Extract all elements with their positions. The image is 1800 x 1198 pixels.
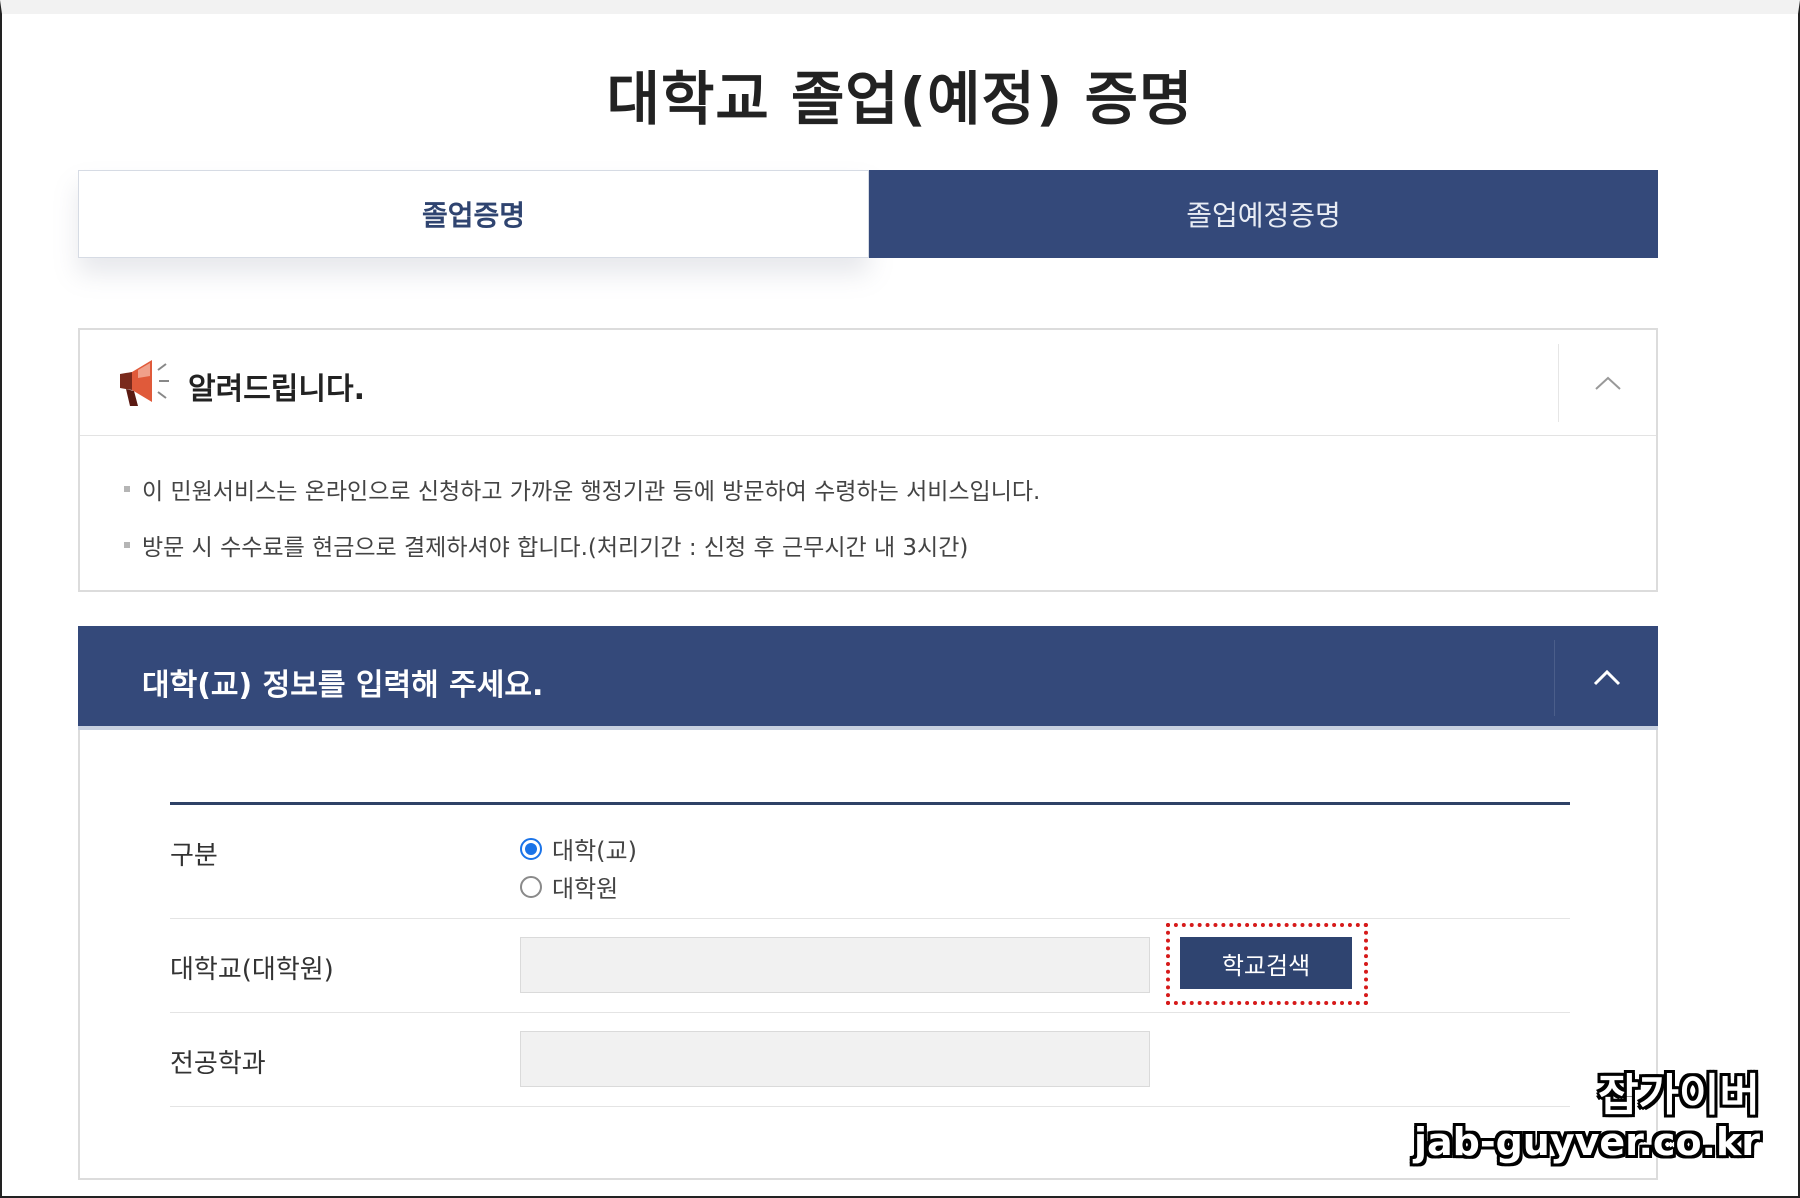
megaphone-icon xyxy=(120,360,169,406)
watermark-line1: 잡가이버 xyxy=(1598,1070,1760,1121)
bullet-icon xyxy=(124,542,130,548)
radio-checked-icon[interactable] xyxy=(520,837,542,860)
notice-line: 방문 시 수수료를 현금으로 결제하셔야 합니다.(처리기간 : 신청 후 근무… xyxy=(124,528,1656,562)
notice-header: 알려드립니다. xyxy=(80,330,1656,436)
radio-graduate-school-label: 대학원 xyxy=(552,875,619,903)
notice-title: 알려드립니다. xyxy=(188,372,365,407)
school-input[interactable] xyxy=(520,937,1150,993)
notice-line-text: 방문 시 수수료를 현금으로 결제하셔야 합니다.(처리기간 : 신청 후 근무… xyxy=(142,535,969,561)
form-table: 구분 대학(교) 대학원 대학교(대학원) 학교검색 전공학과 xyxy=(170,802,1570,1107)
info-header: 대학(교) 정보를 입력해 주세요. xyxy=(78,626,1658,730)
type-label: 구분 xyxy=(170,841,218,871)
notice-line: 이 민원서비스는 온라인으로 신청하고 가까운 행정기관 등에 방문하여 수령하… xyxy=(124,472,1656,506)
notice-body: 이 민원서비스는 온라인으로 신청하고 가까운 행정기관 등에 방문하여 수령하… xyxy=(80,436,1656,562)
school-search-button[interactable]: 학교검색 xyxy=(1180,937,1352,989)
info-title: 대학(교) 정보를 입력해 주세요. xyxy=(142,668,544,703)
bullet-icon xyxy=(124,486,130,492)
chevron-up-icon xyxy=(1594,376,1621,390)
tab-expected-graduation-certificate[interactable]: 졸업예정증명 xyxy=(869,170,1658,258)
radio-unchecked-icon[interactable] xyxy=(520,875,542,898)
form-row-major: 전공학과 xyxy=(170,1013,1570,1107)
watermark: 잡가이버 jab-guyver.co.kr xyxy=(1413,1070,1760,1165)
notice-collapse-button[interactable] xyxy=(1558,344,1656,422)
school-label: 대학교(대학원) xyxy=(170,955,334,985)
page-title: 대학교 졸업(예정) 증명 xyxy=(606,65,1194,133)
tab-graduation-certificate[interactable]: 졸업증명 xyxy=(78,170,869,258)
major-label: 전공학과 xyxy=(170,1049,266,1079)
radio-university-label: 대학(교) xyxy=(552,837,637,865)
chevron-up-icon xyxy=(1593,669,1620,686)
info-collapse-button[interactable] xyxy=(1554,640,1658,716)
major-input[interactable] xyxy=(520,1031,1150,1087)
watermark-line2: jab-guyver.co.kr xyxy=(1413,1120,1760,1164)
tab-bar: 졸업증명 졸업예정증명 xyxy=(78,170,1658,258)
form-row-school: 대학교(대학원) 학교검색 xyxy=(170,919,1570,1013)
radio-graduate-school[interactable]: 대학원 xyxy=(520,869,618,904)
radio-university[interactable]: 대학(교) xyxy=(520,831,637,866)
notice-line-text: 이 민원서비스는 온라인으로 신청하고 가까운 행정기관 등에 방문하여 수령하… xyxy=(142,479,1041,505)
form-row-type: 구분 대학(교) 대학원 xyxy=(170,805,1570,919)
notice-panel: 알려드립니다. 이 민원서비스는 온라인으로 신청하고 가까운 행정기관 등에 … xyxy=(78,328,1658,592)
